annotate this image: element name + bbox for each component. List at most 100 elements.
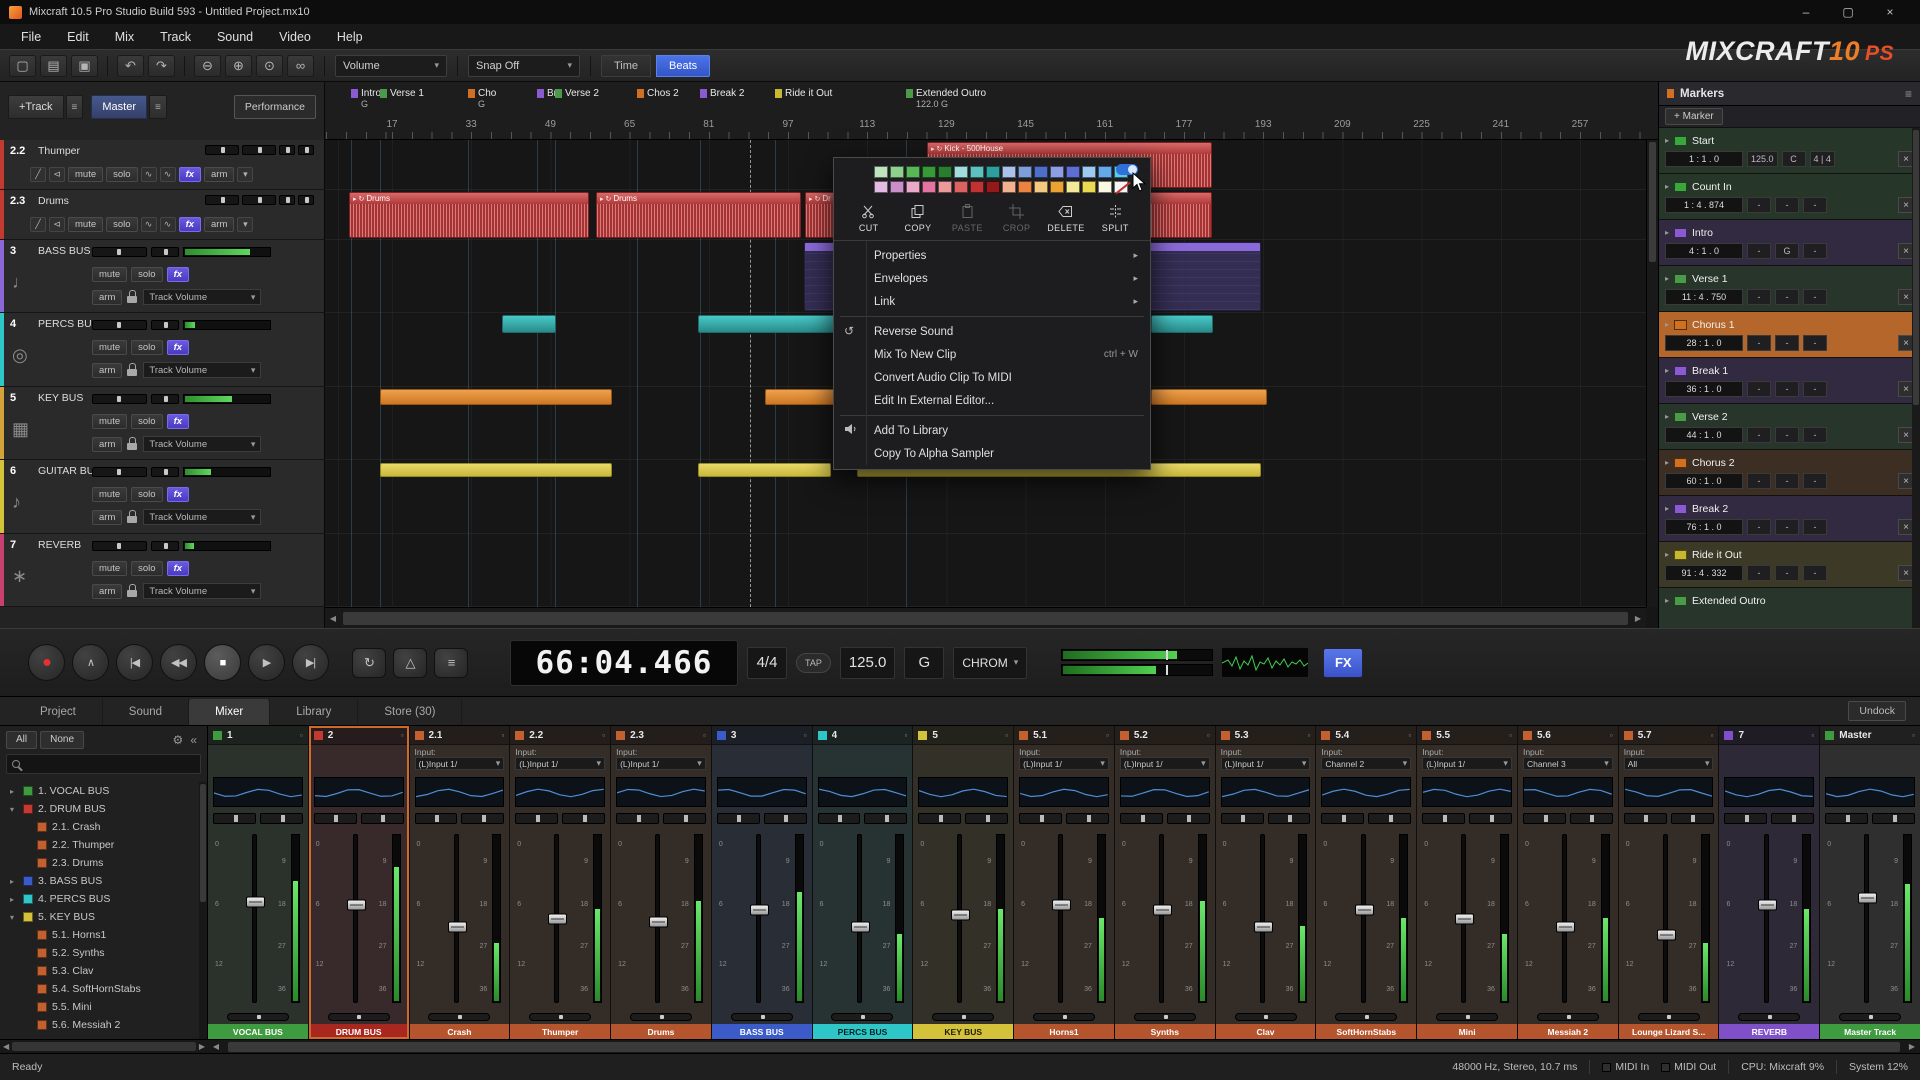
send-slider[interactable] bbox=[1724, 813, 1767, 824]
volume-fader[interactable] bbox=[1461, 834, 1466, 1003]
collapse-icon[interactable]: ▫ bbox=[300, 731, 303, 740]
color-swatch[interactable] bbox=[954, 166, 968, 178]
go-to-end-button[interactable]: ▶| bbox=[292, 644, 329, 681]
tree-item-5-key-bus[interactable]: ▾5. KEY BUS bbox=[0, 908, 199, 926]
eq-display[interactable] bbox=[1624, 777, 1714, 807]
fader-handle[interactable] bbox=[851, 921, 870, 932]
send-slider[interactable] bbox=[616, 813, 659, 824]
marker-key[interactable]: - bbox=[1775, 381, 1799, 397]
master-menu-icon[interactable]: ≡ bbox=[149, 95, 167, 119]
channel-name[interactable]: Horns1 bbox=[1014, 1024, 1114, 1039]
color-swatch[interactable] bbox=[1066, 166, 1080, 178]
tree-item-5-4-softhornstabs[interactable]: 5.4. SoftHornStabs bbox=[0, 980, 199, 998]
input-select[interactable]: Channel 2▾ bbox=[1321, 757, 1411, 770]
channel-name[interactable]: Crash bbox=[410, 1024, 510, 1039]
channel-name[interactable]: Mini bbox=[1417, 1024, 1517, 1039]
solo-button[interactable]: solo bbox=[106, 217, 137, 232]
snap-dropdown[interactable]: Snap Off▾ bbox=[468, 55, 580, 77]
channel-name[interactable]: BASS BUS bbox=[712, 1024, 812, 1039]
track-volume-dropdown[interactable]: Track Volume▾ bbox=[143, 583, 261, 599]
collapse-icon[interactable]: ▾ bbox=[237, 217, 253, 232]
marker-tempo[interactable]: - bbox=[1747, 243, 1771, 259]
marker-key[interactable]: - bbox=[1775, 473, 1799, 489]
fader-handle[interactable] bbox=[1556, 921, 1575, 932]
volume-fader[interactable] bbox=[1663, 834, 1668, 1003]
fx-button[interactable]: fx bbox=[167, 414, 189, 429]
pan-slider[interactable] bbox=[529, 1013, 591, 1021]
trim-slider[interactable] bbox=[151, 247, 179, 257]
send-slider[interactable] bbox=[1771, 813, 1814, 824]
send-slider[interactable] bbox=[1825, 813, 1868, 824]
time-signature[interactable]: 4/4 bbox=[747, 647, 787, 679]
scroll-left-icon[interactable]: ◀ bbox=[208, 1042, 224, 1051]
collapse-icon[interactable]: ▫ bbox=[1912, 731, 1915, 740]
input-select[interactable]: (L)Input 1/▾ bbox=[616, 757, 706, 770]
menu-item-properties[interactable]: Properties▸ bbox=[834, 244, 1150, 267]
channel-name[interactable]: Drums bbox=[611, 1024, 711, 1039]
menu-item-copy-to-alpha-sampler[interactable]: Copy To Alpha Sampler bbox=[834, 442, 1150, 465]
section-marker-chos-2[interactable]: Chos 2 bbox=[637, 88, 679, 99]
channel-name[interactable]: Messiah 2 bbox=[1518, 1024, 1618, 1039]
menu-file[interactable]: File bbox=[8, 26, 54, 48]
fader-handle[interactable] bbox=[1657, 930, 1676, 941]
color-swatch[interactable] bbox=[1082, 166, 1096, 178]
menu-help[interactable]: Help bbox=[324, 26, 376, 48]
marker-row-break-2[interactable]: ▸Break 276 : 1 . 0---× bbox=[1659, 496, 1920, 542]
pan-slider[interactable] bbox=[731, 1013, 793, 1021]
channel-name[interactable]: VOCAL BUS bbox=[208, 1024, 308, 1039]
collapse-icon[interactable]: ▫ bbox=[804, 731, 807, 740]
section-marker-verse-1[interactable]: Verse 1 bbox=[380, 88, 424, 99]
color-swatch[interactable] bbox=[1002, 181, 1016, 193]
chevron-right-icon[interactable]: ▸ bbox=[1665, 366, 1669, 375]
menu-item-link[interactable]: Link▸ bbox=[834, 290, 1150, 313]
scrollbar-thumb[interactable] bbox=[343, 612, 1628, 625]
redo-icon[interactable]: ↷ bbox=[148, 55, 175, 77]
add-track-menu-icon[interactable]: ≡ bbox=[66, 95, 84, 119]
select-none-button[interactable]: None bbox=[40, 731, 84, 749]
markers-scrollbar[interactable] bbox=[1912, 128, 1920, 628]
mixer-channel-1[interactable]: 1▫06129182736VOCAL BUS bbox=[208, 726, 308, 1039]
pan-slider[interactable] bbox=[932, 1013, 994, 1021]
collapse-icon[interactable]: ▾ bbox=[237, 167, 253, 182]
lock-icon[interactable] bbox=[127, 290, 138, 304]
mute-button[interactable]: mute bbox=[92, 340, 127, 355]
marker-key[interactable]: - bbox=[1775, 427, 1799, 443]
lock-icon[interactable] bbox=[127, 510, 138, 524]
track-strip-6[interactable]: 6GUITAR BUS♪mutesolofxarmTrack Volume▾ bbox=[0, 460, 324, 534]
volume-fader[interactable] bbox=[1260, 834, 1265, 1003]
marker-position[interactable]: 76 : 1 . 0 bbox=[1665, 519, 1743, 535]
send-slider[interactable] bbox=[1469, 813, 1512, 824]
marker-row-chorus-2[interactable]: ▸Chorus 260 : 1 . 0---× bbox=[1659, 450, 1920, 496]
marker-position[interactable]: 60 : 1 . 0 bbox=[1665, 473, 1743, 489]
chevron-right-icon[interactable]: ▸ bbox=[1665, 458, 1669, 467]
section-marker-cho[interactable]: ChoG bbox=[468, 88, 496, 109]
section-marker-extended-outro[interactable]: Extended Outro122.0 G bbox=[906, 88, 986, 109]
color-swatch[interactable] bbox=[954, 181, 968, 193]
trim-slider[interactable] bbox=[298, 195, 314, 205]
lock-icon[interactable] bbox=[127, 584, 138, 598]
solo-button[interactable]: solo bbox=[131, 267, 162, 282]
eq-display[interactable] bbox=[1825, 777, 1915, 807]
loop-icon[interactable]: ↻ bbox=[937, 145, 943, 153]
delete-button[interactable]: DELETE bbox=[1041, 204, 1090, 233]
marker-row-count-in[interactable]: ▸Count In1 : 4 . 874---× bbox=[1659, 174, 1920, 220]
audio-clip[interactable] bbox=[1151, 389, 1267, 405]
marker-row-ride-it-out[interactable]: ▸Ride it Out91 : 4 . 332---× bbox=[1659, 542, 1920, 588]
scale-mode-dropdown[interactable]: CHROM▾ bbox=[953, 647, 1027, 679]
collapse-icon[interactable]: ▫ bbox=[1207, 731, 1210, 740]
scrollbar-thumb[interactable] bbox=[1913, 130, 1919, 405]
tree-item-2-drum-bus[interactable]: ▾2. DRUM BUS bbox=[0, 800, 199, 818]
send-slider[interactable] bbox=[1671, 813, 1714, 824]
volume-fader[interactable] bbox=[353, 834, 358, 1003]
play-button[interactable]: ▶ bbox=[248, 644, 285, 681]
send-slider[interactable] bbox=[864, 813, 907, 824]
marker-tempo[interactable]: - bbox=[1747, 381, 1771, 397]
volume-fader[interactable] bbox=[1764, 834, 1769, 1003]
send-slider[interactable] bbox=[1523, 813, 1566, 824]
marker-timesig[interactable]: - bbox=[1803, 473, 1827, 489]
chevron-right-icon[interactable]: ▸ bbox=[1665, 182, 1669, 191]
send-slider[interactable] bbox=[361, 813, 404, 824]
audio-clip[interactable] bbox=[1151, 315, 1213, 333]
channel-name[interactable]: KEY BUS bbox=[913, 1024, 1013, 1039]
channel-name[interactable]: DRUM BUS bbox=[309, 1024, 409, 1039]
